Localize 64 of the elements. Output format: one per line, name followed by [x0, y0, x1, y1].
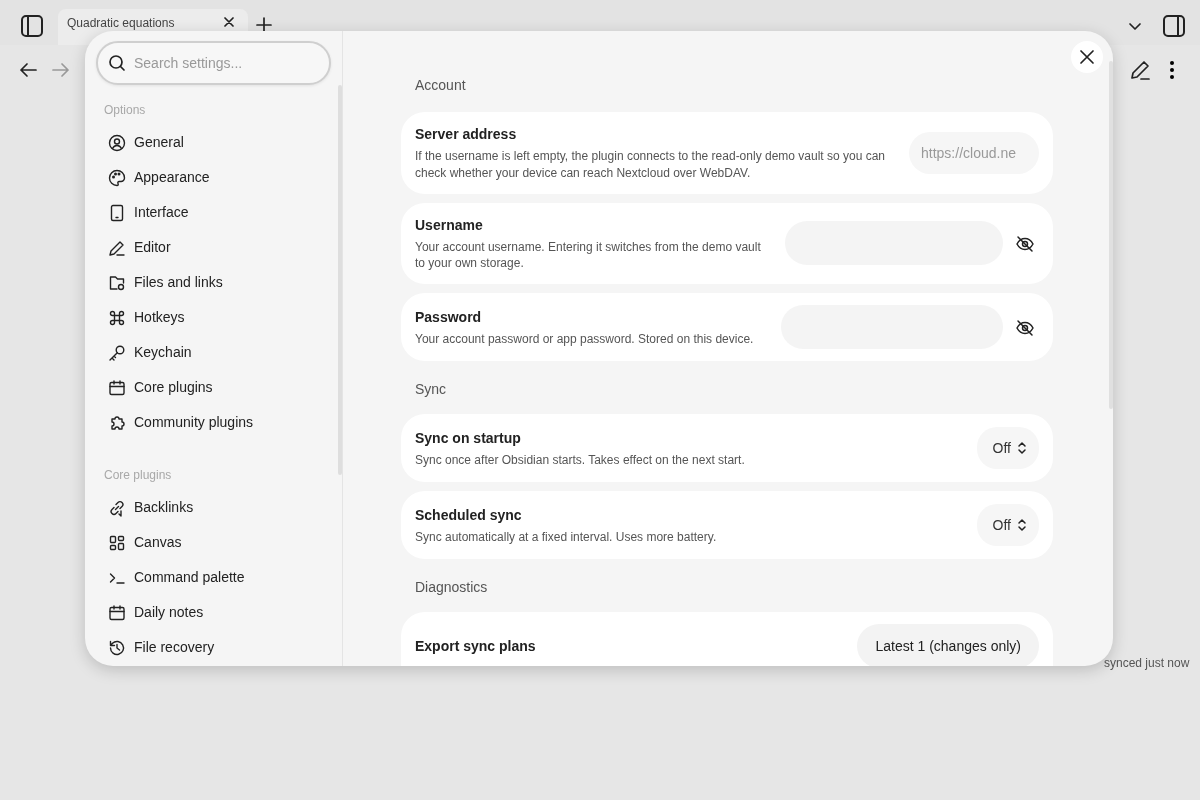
sidebar-heading: Core plugins [104, 467, 173, 484]
sync-status: synced just now [1104, 655, 1190, 672]
setting-description: Sync once after Obsidian starts. Takes effect on the next start. [415, 451, 746, 469]
section-heading: Account [415, 76, 467, 95]
key-icon [108, 343, 126, 362]
chevron-down-icon[interactable] [1128, 22, 1142, 32]
search-field[interactable]: Search settings... [96, 41, 331, 85]
chevrons-icon [1017, 518, 1027, 533]
sidebar-item[interactable]: Canvas [96, 525, 321, 560]
sidebar-item[interactable]: Core plugins [96, 370, 321, 405]
command-key-icon [108, 308, 126, 327]
calendar-icon [108, 378, 126, 397]
section-heading: Sync [415, 380, 448, 400]
sidebar-item[interactable]: Interface [96, 195, 321, 230]
section-heading: Diagnostics [415, 578, 489, 598]
scrollbar[interactable] [1109, 61, 1113, 409]
server-address-field[interactable]: https://cloud.ne [909, 131, 1039, 174]
dropdown[interactable]: Off [976, 504, 1039, 547]
sidebar-item[interactable]: Files and links [96, 265, 321, 300]
chevrons-icon [1017, 441, 1027, 456]
sidebar-item[interactable]: Keychain [96, 335, 321, 370]
palette-icon [108, 168, 126, 187]
link-icon [108, 498, 126, 517]
setting-name: Export sync plans [415, 636, 537, 656]
setting-name: Sync on startup [415, 428, 522, 448]
setting-name: Username [415, 215, 484, 235]
setting-description: If the username is left empty, the plugin connects to the read-only demo vault so you can check whether your device can reach Nextcloud over WebDAV. [415, 148, 887, 182]
folder-icon [108, 273, 126, 292]
history-icon [108, 638, 126, 657]
calendar-icon [108, 603, 126, 622]
grid-icon [108, 533, 126, 552]
setting-name: Password [415, 307, 483, 327]
setting-name: Server address [415, 125, 518, 144]
eye-off-icon [1015, 317, 1035, 338]
setting-description: Your account password or app password. Stored on this device. [415, 330, 755, 348]
sidebar-item[interactable]: General [96, 125, 321, 160]
setting-name: Scheduled sync [415, 505, 523, 525]
puzzle-icon [108, 413, 126, 432]
sidebar-item[interactable]: Appearance [96, 160, 321, 195]
sidebar-item[interactable]: Command palette [96, 560, 321, 595]
dropdown[interactable]: Off [976, 427, 1039, 470]
more-options-icon[interactable] [1169, 60, 1175, 80]
setting-description: Your account username. Entering it switches from the demo vault to your own storage. [415, 238, 762, 273]
sidebar-item[interactable]: Backlinks [96, 490, 321, 525]
close-icon[interactable] [224, 17, 234, 27]
sidebar-item[interactable]: File recovery [96, 630, 321, 665]
export-button[interactable]: Latest 1 (changes only) [857, 624, 1039, 666]
new-tab-icon[interactable] [256, 17, 272, 33]
back-arrow-icon[interactable] [19, 62, 37, 78]
close-icon [1079, 49, 1095, 65]
user-circle-icon [108, 133, 126, 152]
sidebar-item[interactable]: Hotkeys [96, 300, 321, 335]
sidebar-heading: Options [104, 102, 147, 119]
sidebar-item[interactable]: Editor [96, 230, 321, 265]
tablet-icon [108, 203, 126, 222]
search-icon [108, 54, 126, 72]
pencil-icon[interactable] [1129, 59, 1151, 81]
sidebar-item[interactable]: Daily notes [96, 595, 321, 630]
eye-off-icon [1015, 234, 1035, 255]
close-button[interactable] [1071, 41, 1103, 73]
setting-description: Sync automatically at a fixed interval. Uses more battery. [415, 528, 718, 546]
sidebar-toggle-icon[interactable] [1162, 14, 1186, 38]
sidebar-toggle-icon[interactable] [20, 14, 44, 38]
sidebar-item[interactable]: Community plugins [96, 405, 321, 440]
